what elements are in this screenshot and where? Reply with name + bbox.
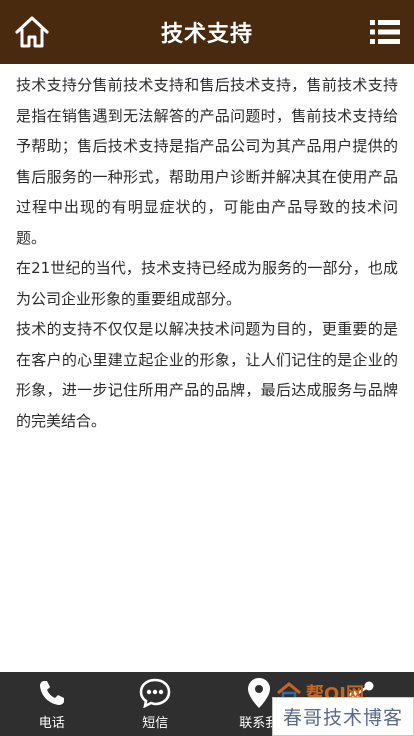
tab-phone-label: 电话 — [38, 716, 65, 731]
tab-sms[interactable]: 短信 — [104, 672, 208, 736]
paragraph-21st-century: 在21世纪的当代，技术支持已经成为服务的一部分，也成为公司企业形象的重要组成部分… — [16, 259, 398, 308]
header-bar: 技术支持 — [0, 0, 414, 64]
sms-icon — [139, 678, 171, 708]
menu-button[interactable] — [368, 14, 402, 50]
tab-phone[interactable]: 电话 — [0, 672, 104, 736]
page-title: 技术支持 — [160, 22, 253, 47]
menu-icon — [370, 20, 400, 44]
home-icon — [15, 16, 49, 48]
phone-icon — [39, 681, 64, 705]
watermark-text: 春哥技术博客 — [282, 707, 403, 729]
paragraph-intro: 技术支持分售前技术支持和售后技术支持，售前技术支持是指在销售遇到无法解答的产品问… — [16, 76, 398, 247]
article-content: 技术支持分售前技术支持和售后技术支持，售前技术支持是指在销售遇到无法解答的产品问… — [16, 70, 398, 436]
paragraph-brand: 技术的支持不仅仅是以解决技术问题为目的，更重要的是在客户的心里建立起企业的形象，… — [16, 320, 398, 430]
watermark-box: 春哥技术博客 — [272, 697, 414, 736]
tab-sms-label: 短信 — [142, 716, 169, 731]
location-icon — [247, 678, 270, 708]
page: 技术支持 技术支持分售前技术支持和售后技术支持，售前技术支持是指在销售遇到无法解… — [0, 0, 414, 736]
home-button[interactable] — [12, 12, 52, 52]
